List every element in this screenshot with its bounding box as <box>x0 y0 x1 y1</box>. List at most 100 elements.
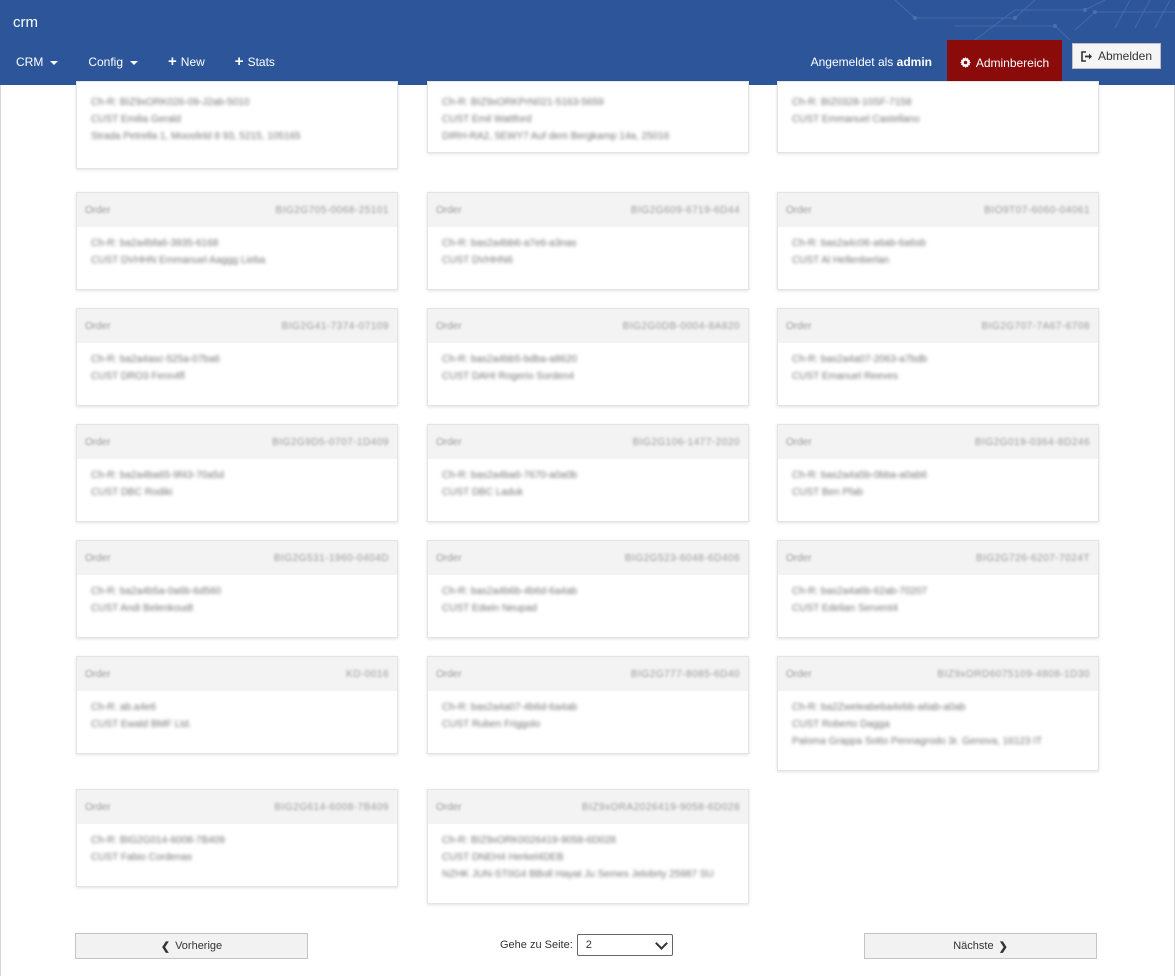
order-card-header: Order BIG2G106-1477-2020 <box>428 425 748 459</box>
menu-stats[interactable]: + Stats <box>235 54 275 69</box>
order-number[interactable]: BIG2G9D5-0707-1D409 <box>272 437 389 448</box>
order-number[interactable]: BIG2G705-0068-25101 <box>276 205 389 216</box>
order-detail-line: CUST Al Hellenberlan <box>792 255 890 266</box>
order-detail-line: CUST Edwin Neupad <box>442 603 537 614</box>
order-card[interactable]: Ch-R: BIZ0328-10SF-7158 CUST Emmanuel Cas… <box>777 81 1099 153</box>
menu-new[interactable]: + New <box>168 53 205 70</box>
order-detail-line: CUST Emilia Gerald <box>91 114 181 125</box>
chevron-right-icon: ❯ <box>998 940 1008 953</box>
order-label: Order <box>436 320 462 332</box>
order-card[interactable]: Order BIZ9xORD6075109-4808-1D30 Ch-R: ba2Z… <box>777 656 1099 771</box>
order-detail-line: CUST DBC Rodiki <box>91 487 173 498</box>
order-detail-line: Ch-R: bas2a4a07-2063-a7bdb <box>792 354 928 365</box>
chevron-down-icon <box>654 936 668 950</box>
order-number[interactable]: KD-0016 <box>346 669 389 680</box>
order-detail-line: Ch-R: bas2a4c06-a6ab-6a6sb <box>792 238 926 249</box>
order-number[interactable]: BIG2G41-7374-07109 <box>282 321 389 332</box>
logout-icon <box>1081 50 1092 62</box>
plus-icon: + <box>168 53 177 70</box>
order-label: Order <box>436 436 462 448</box>
order-card[interactable]: Order BIG2G705-0068-25101 Ch-R: ba2a4bfa6-… <box>76 192 398 290</box>
order-card[interactable]: Order BIG2G531-1960-0404D Ch-R: ba2a4b5a-0… <box>76 540 398 638</box>
order-detail-line: Ch-R: ba2a4bfa6-3935-6168 <box>91 238 219 249</box>
order-card-header: Order BIG2G614-6008-7B409 <box>77 790 397 824</box>
order-number[interactable]: BIG2G614-6008-7B409 <box>274 802 389 813</box>
order-number[interactable]: BIO9T07-6060-04061 <box>984 205 1090 216</box>
order-card[interactable]: Order BIG2G106-1477-2020 Ch-R: bas2a4ba6-7… <box>427 424 749 522</box>
order-card-body: Ch-R: ba2a4asc-525a-07ba6 CUST DRO3 Fenn4… <box>77 343 397 393</box>
order-label: Order <box>85 668 111 680</box>
previous-page-button[interactable]: ❮ Vorherige <box>75 933 308 959</box>
logged-in-status: Angemeldet als admin <box>811 55 932 69</box>
order-card-body: Ch-R: bas2a4a07-2063-a7bdb CUST Emanuel R… <box>778 343 1098 393</box>
order-card-body: Ch-R: bas2a4ba6-7670-a0a0b CUST DBC Laduk <box>428 459 748 509</box>
order-card-body: Ch-R: ba2a4b5a-0a6b-6d560 CUST Andi Belen… <box>77 575 397 625</box>
menu-config[interactable]: Config <box>88 55 139 69</box>
order-detail-line: CUST DVHHN Emmanuel Aaggg Lieba <box>91 255 266 266</box>
order-number[interactable]: BIZ9xORA2026419-9058-6D028 <box>582 802 740 813</box>
order-card-body: Ch-R: ba2Zweleabeba4ebb-a6ab-a0ab CUST Ro… <box>778 691 1098 758</box>
order-detail-line: Ch-R: bas2a4a5b-0bba-a0ab6 <box>792 470 928 481</box>
order-number[interactable]: BIG2G609-6719-6D44 <box>631 205 740 216</box>
order-detail-line: CUST DNEH4 Herkel4DEB <box>442 852 564 863</box>
caret-down-icon <box>130 61 139 65</box>
page-select[interactable]: 2 <box>576 934 673 956</box>
order-card[interactable]: Order BIG2G0DB-0004-8A820 Ch-R: bas2a4bb5-… <box>427 308 749 406</box>
order-detail-line: Ch-R: ba2a4asc-525a-07ba6 <box>91 354 220 365</box>
order-card[interactable]: Order BIG2G609-6719-6D44 Ch-R: bas2a4bb6-a… <box>427 192 749 290</box>
order-detail-line: CUST Ruben Friggolo <box>442 719 541 730</box>
order-card-body: Ch-R: ba2a4bfa6-3935-6168 CUST DVHHN Emma… <box>77 227 397 277</box>
gear-icon <box>959 57 971 68</box>
admin-area-label: Adminbereich <box>975 55 1050 70</box>
order-card[interactable]: Order BIG2G777-8085-6D40 Ch-R: bas2a4a07-4… <box>427 656 749 754</box>
caret-down-icon <box>50 61 59 65</box>
order-card[interactable]: Ch-R: BIZ9xORKPrN021-5163-5659 CUST Emil … <box>427 81 749 153</box>
order-card[interactable]: Order BIG2G9D5-0707-1D409 Ch-R: ba2a4ba65-… <box>76 424 398 522</box>
order-label: Order <box>786 436 812 448</box>
order-card-body: Ch-R: BIZ9xORK0026419-9058-6D028 CUST DNE… <box>428 824 748 891</box>
order-detail-line: CUST Ben Pfab <box>792 487 863 498</box>
order-number[interactable]: BIG2G0DB-0004-8A820 <box>623 321 740 332</box>
order-number[interactable]: BIG2G523-6048-6D406 <box>625 553 740 564</box>
order-detail-line: CUST DVHHN6 <box>442 255 513 266</box>
order-label: Order <box>85 436 111 448</box>
order-card-body: Ch-R: ba2a4ba65-9f43-70a5d CUST DBC Rodik… <box>77 459 397 509</box>
logged-prefix: Angemeldet als <box>810 55 894 69</box>
menu-crm[interactable]: CRM <box>16 55 59 69</box>
order-card-header: Order BIG2G9D5-0707-1D409 <box>77 425 397 459</box>
order-card-header: Order BIG2G726-6207-7024T <box>778 541 1098 575</box>
order-card-header: Order BIZ9xORA2026419-9058-6D028 <box>428 790 748 824</box>
brand-title[interactable]: crm <box>13 14 38 31</box>
order-number[interactable]: BIG2G726-6207-7024T <box>976 553 1090 564</box>
admin-area-button[interactable]: Adminbereich <box>947 40 1062 85</box>
order-label: Order <box>85 204 111 216</box>
order-card[interactable]: Order BIG2G41-7374-07109 Ch-R: ba2a4asc-52… <box>76 308 398 406</box>
order-detail-line: Ch-R: ba2Zweleabeba4ebb-a6ab-a0ab <box>792 702 966 713</box>
order-number[interactable]: BIG2G777-8085-6D40 <box>631 669 740 680</box>
order-label: Order <box>436 801 462 813</box>
order-number[interactable]: BIG2G531-1960-0404D <box>274 553 389 564</box>
order-card[interactable]: Order KD-0016 Ch-R: ab.a4e6 CUST Ewald BMF … <box>76 656 398 754</box>
next-page-button[interactable]: Nächste ❯ <box>864 933 1097 959</box>
order-number[interactable]: BIG2G106-1477-2020 <box>633 437 740 448</box>
order-card[interactable]: Order BIZ9xORA2026419-9058-6D028 Ch-R: BIZ… <box>427 789 749 904</box>
order-number[interactable]: BIG2G019-0364-8D246 <box>975 437 1090 448</box>
order-card[interactable]: Order BIG2G523-6048-6D406 Ch-R: bas2a4b6b-… <box>427 540 749 638</box>
order-card[interactable]: Order BIG2G726-6207-7024T Ch-R: bas2a4a6b-… <box>777 540 1099 638</box>
menu-crm-label: CRM <box>16 55 44 69</box>
order-card[interactable]: Order BIO9T07-6060-04061 Ch-R: bas2a4c06-a… <box>777 192 1099 290</box>
order-detail-line: CUST Roberto Dagga <box>792 719 890 730</box>
order-card[interactable]: Ch-R: BIZ9xORK026-09-J2ab-5010 CUST Emili… <box>76 81 398 169</box>
order-detail-line: CUST Emmanuel Castellano <box>792 114 920 125</box>
order-card-header: Order BIG2G41-7374-07109 <box>77 309 397 343</box>
order-card-body: Ch-R: bas2a4b6b-4b6d-6a4ab CUST Edwin Neu… <box>428 575 748 625</box>
order-card[interactable]: Order BIG2G614-6008-7B409 Ch-R: BIG2G014-6… <box>76 789 398 887</box>
order-card[interactable]: Order BIG2G707-7A67-6708 Ch-R: bas2a4a07-2… <box>777 308 1099 406</box>
order-card[interactable]: Order BIG2G019-0364-8D246 Ch-R: bas2a4a5b-… <box>777 424 1099 522</box>
order-card-body: Ch-R: BIZ9xORK026-09-J2ab-5010 CUST Emili… <box>77 82 397 153</box>
order-number[interactable]: BIZ9xORD6075109-4808-1D30 <box>937 669 1090 680</box>
order-number[interactable]: BIG2G707-7A67-6708 <box>981 321 1090 332</box>
logout-button[interactable]: Abmelden <box>1072 43 1161 69</box>
order-label: Order <box>786 668 812 680</box>
order-label: Order <box>85 801 111 813</box>
